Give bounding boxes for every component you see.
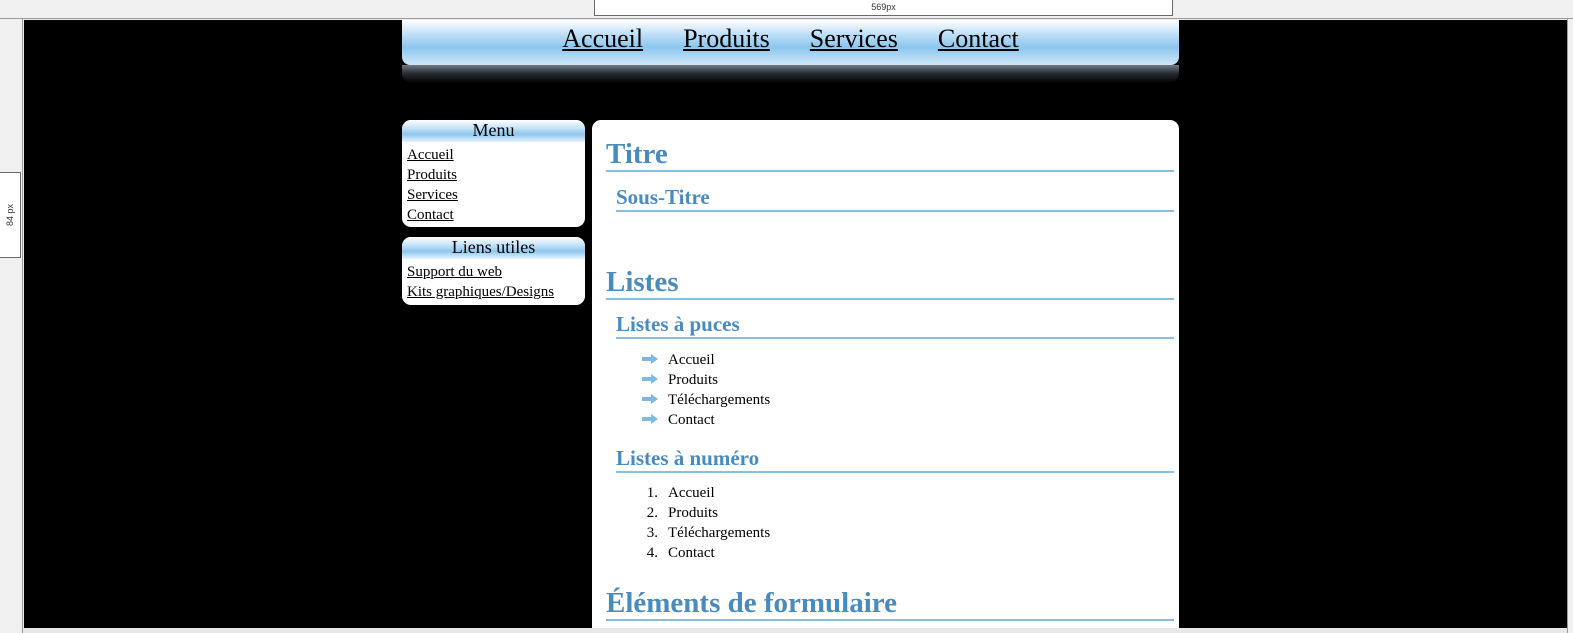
sidebar-item-services[interactable]: Services bbox=[402, 185, 585, 205]
sidebar-item-produits[interactable]: Produits bbox=[402, 165, 585, 185]
arrow-right-icon bbox=[642, 370, 658, 390]
list-item: Téléchargements bbox=[642, 390, 770, 410]
bullets-heading: Listes à puces bbox=[616, 311, 1174, 339]
left-ruler: 84 px bbox=[0, 19, 23, 633]
page-subtitle: Sous-Titre bbox=[616, 184, 1174, 212]
nav-services[interactable]: Services bbox=[810, 20, 898, 57]
page-title: Titre bbox=[606, 138, 1174, 172]
numbered-list: 1. Accueil 2. Produits 3. Téléchargements 4… bbox=[642, 483, 770, 563]
top-ruler: 569px bbox=[0, 0, 1573, 19]
sidebar-link-kits[interactable]: Kits graphiques/Designs bbox=[402, 282, 585, 302]
arrow-right-icon bbox=[642, 410, 658, 430]
list-item: 4. Contact bbox=[646, 545, 715, 561]
sidebar-link-support[interactable]: Support du web bbox=[402, 262, 585, 282]
numbered-heading: Listes à numéro bbox=[616, 445, 1174, 473]
main-content: Titre Sous-Titre Listes Listes à puces A… bbox=[592, 120, 1179, 628]
arrow-right-icon bbox=[642, 350, 658, 370]
bullet-list: Accueil Produits Téléchargements Contact bbox=[642, 350, 770, 430]
bottom-ruler bbox=[23, 628, 1567, 633]
list-item: 3. Téléchargements bbox=[646, 525, 771, 541]
list-item: Accueil bbox=[642, 350, 770, 370]
form-heading: Éléments de formulaire bbox=[606, 587, 1174, 621]
width-measure: 569px bbox=[594, 0, 1173, 16]
nav-contact[interactable]: Contact bbox=[938, 20, 1019, 57]
sidebar-item-accueil[interactable]: Accueil bbox=[402, 145, 585, 165]
nav-produits[interactable]: Produits bbox=[683, 20, 770, 57]
nav-accueil[interactable]: Accueil bbox=[562, 20, 643, 57]
right-ruler bbox=[1567, 19, 1573, 633]
list-item: Contact bbox=[642, 410, 770, 430]
lists-heading: Listes bbox=[606, 266, 1174, 300]
sidebar-menu-title: Menu bbox=[402, 120, 585, 142]
page-viewport[interactable]: Accueil Produits Services Contact Menu A… bbox=[24, 20, 1567, 628]
width-measure-label: 569px bbox=[871, 2, 896, 12]
list-item: Produits bbox=[642, 370, 770, 390]
list-item: 1. Accueil bbox=[646, 485, 715, 501]
arrow-right-icon bbox=[642, 390, 658, 410]
sidebar-links-box: Liens utiles Support du web Kits graphiq… bbox=[402, 237, 585, 305]
list-item: 2. Produits bbox=[646, 505, 719, 521]
sidebar-links-title: Liens utiles bbox=[402, 237, 585, 259]
sidebar-menu-box: Menu Accueil Produits Services Contact bbox=[402, 120, 585, 227]
top-navigation: Accueil Produits Services Contact bbox=[402, 20, 1179, 65]
nav-reflection bbox=[402, 65, 1179, 83]
height-measure-label: 84 px bbox=[5, 203, 15, 227]
sidebar-item-contact[interactable]: Contact bbox=[402, 205, 585, 225]
height-measure: 84 px bbox=[0, 172, 21, 258]
